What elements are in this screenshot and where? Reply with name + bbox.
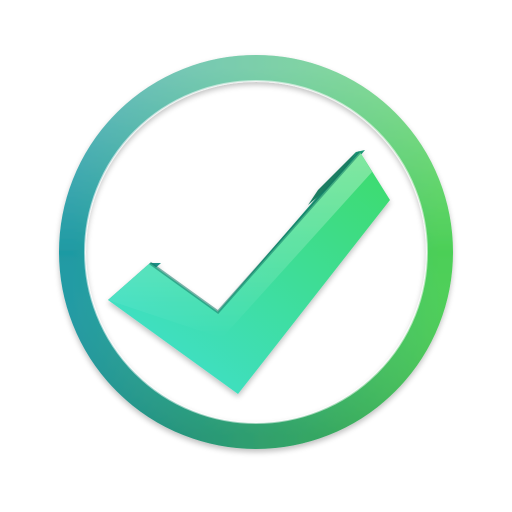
icon-canvas [0,0,512,512]
ring [59,55,453,449]
checkmark [108,150,390,394]
check-circle-icon [59,55,453,449]
